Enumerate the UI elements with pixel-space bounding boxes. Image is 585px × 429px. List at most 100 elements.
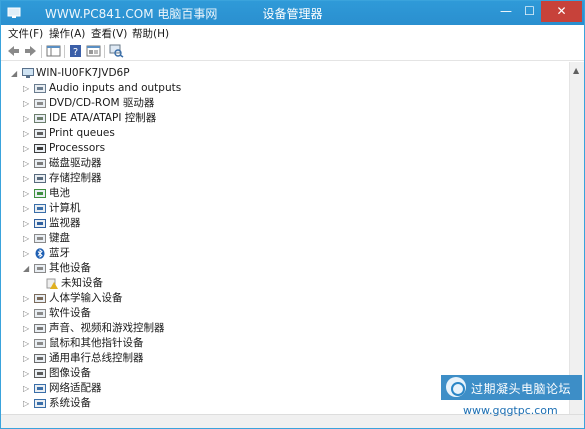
tree-category-item[interactable]: ◢ 其他设备 (1, 261, 401, 276)
tree-item-label: 网络适配器 (49, 382, 102, 394)
expand-arrow-icon[interactable]: ▷ (23, 186, 31, 201)
tree-category-item[interactable]: ▷ 声音、视频和游戏控制器 (1, 321, 401, 336)
imaging-device-icon (34, 369, 46, 378)
expand-arrow-icon[interactable]: ▷ (23, 291, 31, 306)
tree-category-item[interactable]: ▷ Print queues (1, 126, 401, 141)
expand-arrow-icon[interactable]: ▷ (23, 156, 31, 171)
usb-icon (34, 354, 46, 363)
tree-category-item[interactable]: ▷ 存储控制器 (1, 171, 401, 186)
tree-item-label: 声音、视频和游戏控制器 (49, 322, 165, 334)
scroll-up-arrow-icon[interactable]: ▲ (573, 66, 579, 75)
tree-category-item[interactable]: ▷ Processors (1, 141, 401, 156)
tree-item-label: IDE ATA/ATAPI 控制器 (49, 112, 157, 124)
expand-arrow-icon[interactable]: ▷ (23, 396, 31, 411)
device-tree: ◢ WIN-IU0FK7JVD6P ▷ Audio inputs and outp… (1, 62, 569, 414)
tree-category-item[interactable]: ▷ Audio inputs and outputs (1, 81, 401, 96)
expand-arrow-icon[interactable]: ▷ (23, 126, 31, 141)
tree-category-item[interactable]: ▷ 鼠标和其他指针设备 (1, 336, 401, 351)
tree-item-label: 磁盘驱动器 (49, 157, 102, 169)
toolbar-separator (104, 45, 105, 58)
tree-root-label: WIN-IU0FK7JVD6P (36, 67, 130, 79)
expand-arrow-icon[interactable]: ▷ (23, 366, 31, 381)
disk-drive-icon (34, 159, 46, 168)
tree-category-item[interactable]: ▷ 电池 (1, 186, 401, 201)
tree-category-item[interactable]: ▷ 计算机 (1, 201, 401, 216)
expand-arrow-icon[interactable]: ▷ (23, 201, 31, 216)
collapse-arrow-icon[interactable]: ◢ (23, 261, 31, 276)
tree-item-label: Print queues (49, 127, 115, 139)
tree-item-label: 人体学输入设备 (49, 292, 123, 304)
storage-controller-icon (34, 174, 46, 183)
tree-item-label: Processors (49, 142, 106, 154)
sound-video-game-icon (34, 324, 46, 333)
tree-category-item[interactable]: ▷ IDE ATA/ATAPI 控制器 (1, 111, 401, 126)
mouse-icon (34, 339, 46, 348)
show-hide-console-tree-icon[interactable] (46, 44, 61, 58)
toolbar: ? (1, 42, 584, 61)
network-adapter-icon (34, 384, 46, 393)
tree-item-label: 计算机 (49, 202, 81, 214)
tree-category-item[interactable]: ▷ 人体学输入设备 (1, 291, 401, 306)
expand-arrow-icon[interactable]: ▷ (23, 336, 31, 351)
tree-category-item[interactable]: ▷ DVD/CD-ROM 驱动器 (1, 96, 401, 111)
tree-category-item[interactable]: ▷ 蓝牙 (1, 246, 401, 261)
help-icon[interactable]: ? (68, 44, 83, 58)
menu-view[interactable]: 查看(V) (91, 26, 127, 41)
menu-help[interactable]: 帮助(H) (132, 26, 169, 41)
tree-category-item[interactable]: ▷ 磁盘驱动器 (1, 156, 401, 171)
collapse-arrow-icon[interactable]: ◢ (11, 66, 19, 81)
tree-item-label: 通用串行总线控制器 (49, 352, 144, 364)
expand-arrow-icon[interactable]: ▷ (23, 171, 31, 186)
expand-arrow-icon[interactable]: ▷ (23, 111, 31, 126)
title-bar[interactable]: WWW.PC841.COM 电脑百事网 设备管理器 — ☐ ✕ (1, 1, 584, 25)
forward-icon[interactable] (23, 44, 38, 58)
menu-bar: 文件(F) 操作(A) 查看(V) 帮助(H) (1, 25, 584, 42)
expand-arrow-icon[interactable]: ▷ (23, 381, 31, 396)
tree-item-label: Audio inputs and outputs (49, 82, 182, 94)
properties-icon[interactable] (86, 44, 101, 58)
software-device-icon (34, 309, 46, 318)
monitor-icon (34, 219, 46, 228)
minimize-button[interactable]: — (494, 1, 518, 22)
back-icon[interactable] (6, 44, 21, 58)
maximize-button[interactable]: ☐ (518, 1, 541, 22)
tree-category-item[interactable]: ▷ 网络适配器 (1, 381, 401, 396)
tree-item-label: 鼠标和其他指针设备 (49, 337, 144, 349)
tree-child-item[interactable]: 未知设备 (1, 276, 401, 291)
expand-arrow-icon[interactable]: ▷ (23, 321, 31, 336)
tree-root[interactable]: ◢ WIN-IU0FK7JVD6P (1, 66, 301, 81)
site-url-watermark: www.gqgtpc.com (463, 404, 558, 417)
expand-arrow-icon[interactable]: ▷ (23, 81, 31, 96)
tree-category-item[interactable]: ▷ 键盘 (1, 231, 401, 246)
tree-category-item[interactable]: ▷ 通用串行总线控制器 (1, 351, 401, 366)
toolbar-separator (64, 45, 65, 58)
menu-file[interactable]: 文件(F) (8, 26, 43, 41)
processor-icon (34, 144, 46, 153)
expand-arrow-icon[interactable]: ▷ (23, 141, 31, 156)
tree-category-item[interactable]: ▷ 监视器 (1, 216, 401, 231)
vertical-scrollbar[interactable]: ▲ (569, 62, 584, 414)
expand-arrow-icon[interactable]: ▷ (23, 351, 31, 366)
close-button[interactable]: ✕ (541, 1, 582, 22)
tree-category-item[interactable]: ▷ 系统设备 (1, 396, 401, 411)
tree-category-item[interactable]: ▷ 软件设备 (1, 306, 401, 321)
expand-arrow-icon[interactable]: ▷ (23, 306, 31, 321)
menu-action[interactable]: 操作(A) (49, 26, 85, 41)
device-manager-window: WWW.PC841.COM 电脑百事网 设备管理器 — ☐ ✕ 文件(F) 操作… (0, 0, 585, 429)
unknown-device-warning-icon (46, 278, 58, 289)
hid-icon (34, 294, 46, 303)
tree-item-label: 未知设备 (61, 277, 103, 289)
expand-arrow-icon[interactable]: ▷ (23, 96, 31, 111)
system-device-icon (34, 399, 46, 408)
svg-text:?: ? (73, 47, 78, 58)
speaker-icon (34, 84, 46, 93)
tree-category-item[interactable]: ▷ 图像设备 (1, 366, 401, 381)
other-devices-icon (34, 264, 46, 273)
tree-item-label: 软件设备 (49, 307, 91, 319)
expand-arrow-icon[interactable]: ▷ (23, 216, 31, 231)
site-logo-text: 过期凝头电脑论坛 (471, 382, 572, 396)
site-logo-overlay: 过期凝头电脑论坛 (441, 375, 582, 400)
expand-arrow-icon[interactable]: ▷ (23, 231, 31, 246)
expand-arrow-icon[interactable]: ▷ (23, 246, 31, 261)
scan-hardware-icon[interactable] (109, 44, 124, 58)
